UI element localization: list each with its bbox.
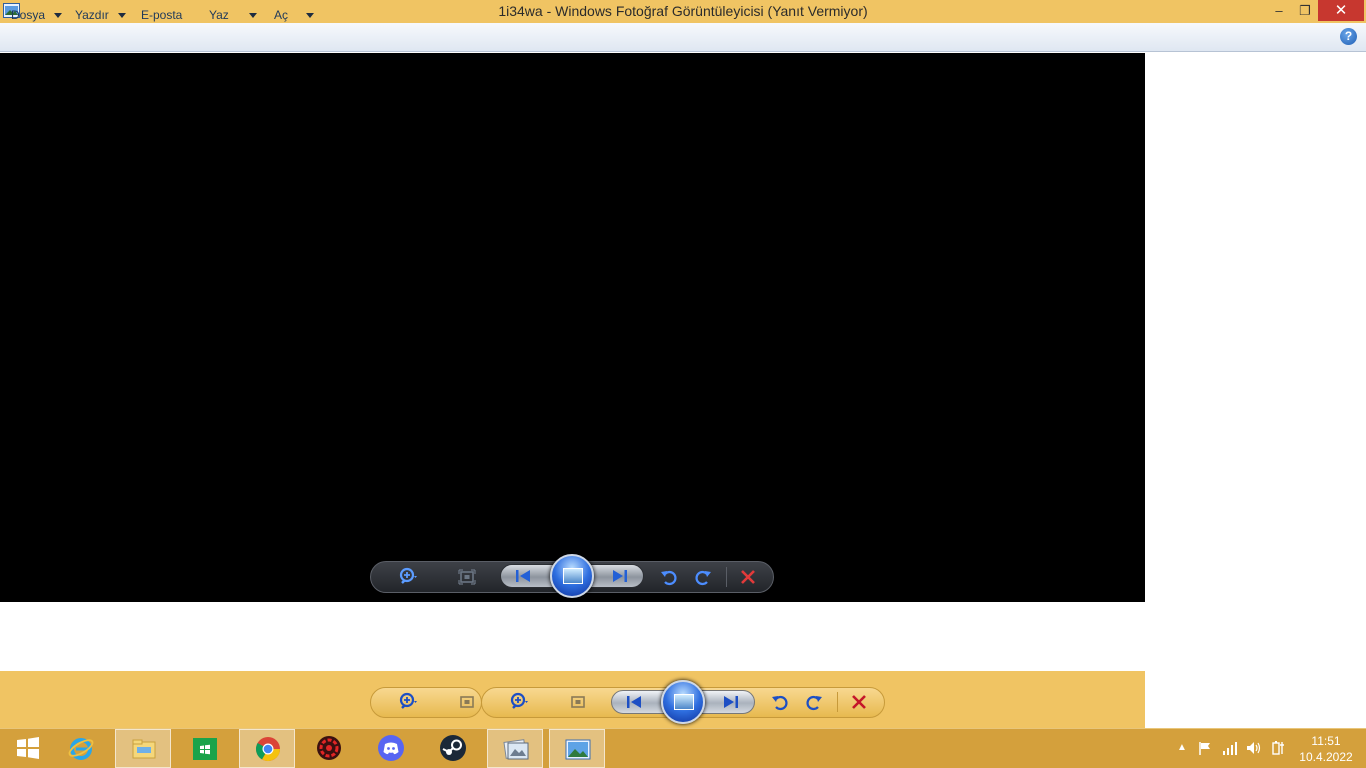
taskbar-photo-viewer-1[interactable] [487, 729, 543, 768]
taskbar-internet-explorer[interactable] [53, 729, 109, 768]
red-gear-app-icon [317, 736, 341, 760]
rotate-left-icon[interactable] [658, 566, 680, 588]
next-icon[interactable] [609, 565, 631, 587]
actual-size-icon[interactable] [456, 691, 478, 713]
menu-ac-label: Aç [274, 8, 289, 22]
taskbar-steam[interactable] [425, 729, 481, 768]
menu-yaz-label: Yaz [209, 8, 229, 22]
menu-yazdir[interactable]: Yazdır [75, 6, 126, 24]
previous-icon[interactable] [512, 565, 534, 587]
taskbar-file-explorer[interactable] [115, 729, 171, 768]
zoom-icon[interactable] [509, 691, 531, 713]
menu-eposta-label: E-posta [141, 8, 183, 22]
restore-button[interactable]: ❐ [1292, 0, 1318, 21]
slideshow-icon [674, 694, 694, 710]
menu-dosya-label: Dosya [11, 8, 46, 22]
taskbar-chrome[interactable] [239, 729, 295, 768]
clock-date[interactable]: 10.4.2022 [1296, 750, 1356, 764]
delete-icon[interactable] [848, 691, 870, 713]
discord-icon [378, 735, 404, 761]
divider [726, 567, 727, 587]
chevron-down-icon [117, 13, 126, 19]
show-hidden-icons-chevron[interactable]: ▲ [1177, 742, 1187, 753]
zoom-icon[interactable] [398, 566, 420, 588]
next-icon[interactable] [720, 691, 742, 713]
window-title: 1i34wa - Windows Fotoğraf Görüntüleyicis… [498, 3, 868, 19]
power-battery-icon[interactable] [1270, 740, 1288, 756]
slideshow-button[interactable] [550, 554, 594, 598]
rotate-left-icon[interactable] [769, 691, 791, 713]
actual-size-icon[interactable] [456, 566, 478, 588]
slideshow-button[interactable] [661, 680, 705, 724]
rotate-right-icon[interactable] [692, 566, 714, 588]
menu-bar [0, 23, 1366, 52]
windows-logo-icon [17, 737, 39, 759]
taskbar-store[interactable] [177, 729, 233, 768]
network-signal-icon[interactable] [1222, 740, 1240, 756]
taskbar-red-app[interactable] [301, 729, 357, 768]
delete-icon[interactable] [737, 566, 759, 588]
taskbar-photo-viewer-2[interactable] [549, 729, 605, 768]
actual-size-icon[interactable] [567, 691, 589, 713]
menu-yazdir-label: Yazdır [75, 8, 109, 22]
taskbar-discord[interactable] [363, 729, 419, 768]
slideshow-icon [563, 568, 583, 584]
help-button[interactable]: ? [1340, 28, 1357, 45]
internet-explorer-icon [68, 738, 94, 760]
chrome-icon [255, 737, 280, 762]
steam-icon [440, 735, 466, 761]
close-button[interactable]: ✕ [1318, 0, 1364, 21]
zoom-icon[interactable] [398, 691, 420, 713]
minimize-button[interactable]: – [1266, 0, 1292, 21]
menu-dosya[interactable]: Dosya [11, 6, 63, 24]
rotate-right-icon[interactable] [803, 691, 825, 713]
previous-icon[interactable] [623, 691, 645, 713]
volume-icon[interactable] [1245, 740, 1263, 756]
menu-eposta[interactable]: E-posta [141, 6, 182, 24]
action-center-flag-icon[interactable] [1197, 740, 1213, 756]
chevron-down-icon [306, 13, 315, 19]
start-button[interactable] [0, 729, 56, 768]
photo-viewer-icon [565, 739, 591, 760]
image-display-area [0, 53, 1145, 602]
clock-time[interactable]: 11:51 [1300, 734, 1352, 748]
menu-ac[interactable]: Aç [274, 6, 315, 24]
divider [837, 692, 838, 712]
chevron-down-icon [54, 13, 63, 19]
menu-yaz[interactable]: Yaz [209, 6, 257, 24]
chevron-down-icon [248, 13, 257, 19]
store-icon [193, 738, 217, 760]
photo-gallery-icon [503, 739, 529, 760]
folder-icon [132, 739, 156, 759]
